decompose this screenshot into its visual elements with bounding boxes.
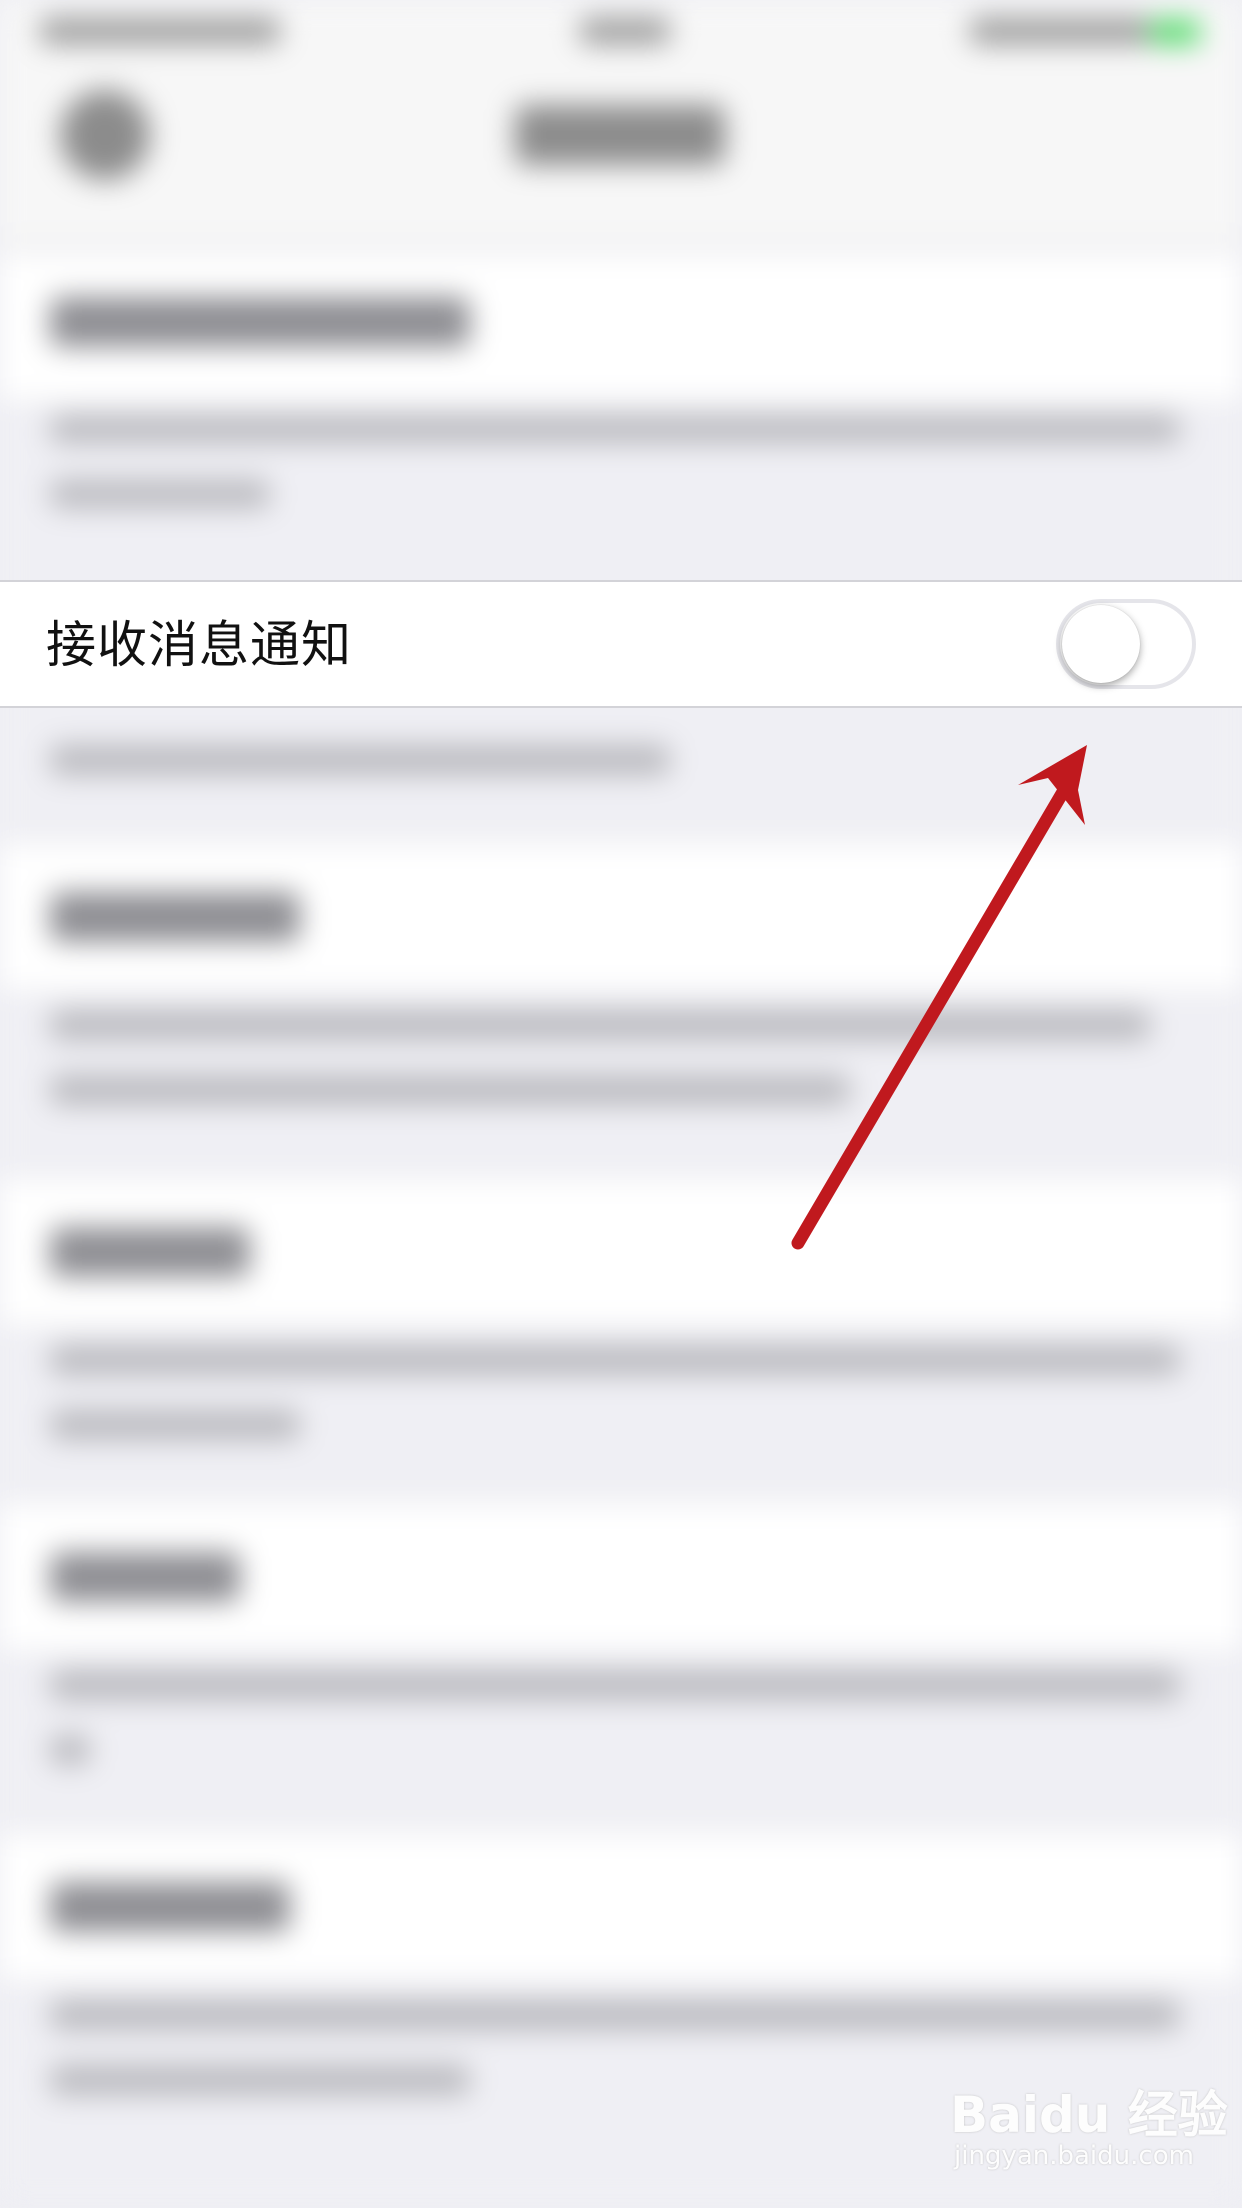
page-title	[515, 105, 725, 165]
baidu-jingyan-watermark: Baidu 经验 jingyan.baidu.com	[950, 2075, 1228, 2185]
settings-screen: 接收消息通知 Baidu 经验 jingyan.baidu.com	[0, 0, 1242, 2208]
blurred-setting-row-4[interactable]	[0, 1500, 1242, 1654]
blurred-setting-row-2[interactable]	[0, 840, 1242, 994]
blurred-setting-row-1[interactable]	[0, 250, 1242, 404]
notification-toggle[interactable]	[1056, 599, 1196, 689]
status-bar-carrier	[40, 18, 280, 44]
blurred-description-2	[50, 745, 670, 775]
status-bar	[0, 0, 1242, 60]
status-bar-time	[580, 18, 670, 44]
blurred-background	[0, 0, 1242, 2208]
blurred-description-1	[50, 415, 1180, 443]
status-bar-indicators	[970, 18, 1150, 44]
notification-setting-row[interactable]: 接收消息通知	[0, 580, 1242, 708]
watermark-logo: Baidu 经验	[950, 2086, 1228, 2144]
blurred-setting-row-3[interactable]	[0, 1175, 1242, 1329]
watermark-url: jingyan.baidu.com	[954, 2141, 1194, 2171]
blurred-setting-row-5[interactable]	[0, 1830, 1242, 1984]
back-icon[interactable]	[60, 90, 150, 180]
toggle-knob	[1062, 605, 1140, 683]
battery-icon	[1150, 20, 1200, 44]
notification-setting-label: 接收消息通知	[46, 616, 352, 674]
navigation-bar	[0, 60, 1242, 247]
